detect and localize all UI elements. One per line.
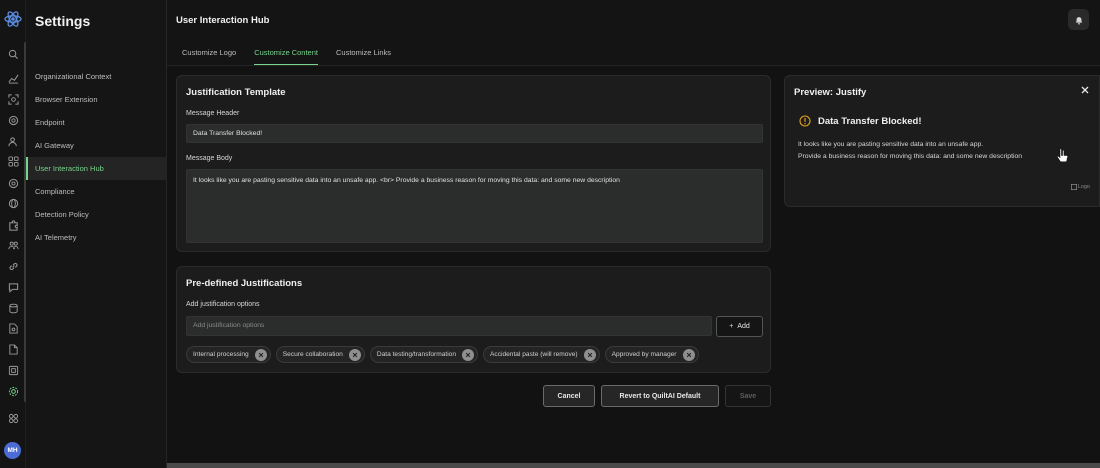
chip-label: Accidental paste (will remove) (490, 351, 578, 358)
chip-label: Approved by manager (611, 351, 677, 358)
preview-line-1: It looks like you are pasting sensitive … (798, 141, 984, 148)
puzzle-icon[interactable] (6, 218, 20, 232)
users-icon[interactable] (6, 134, 20, 148)
icon-rail: MH (0, 0, 26, 468)
sidebar-item-user-interaction-hub[interactable]: User Interaction Hub (26, 157, 167, 180)
gear-icon[interactable] (6, 384, 20, 398)
remove-chip-icon[interactable] (462, 348, 475, 361)
message-body-label: Message Body (186, 155, 233, 162)
sidebar-item-detection-policy[interactable]: Detection Policy (26, 203, 167, 226)
add-button-label: Add (737, 323, 750, 330)
bell-icon (1075, 16, 1082, 25)
sidebar-item-endpoint[interactable]: Endpoint (26, 111, 167, 134)
chart-icon[interactable] (6, 71, 20, 85)
save-button[interactable]: Save (725, 385, 771, 407)
revert-default-button[interactable]: Revert to QuiltAI Default (601, 385, 719, 407)
add-justification-button[interactable]: + Add (716, 316, 763, 337)
sidebar-title: Settings (35, 13, 91, 29)
justification-chips: Internal processing Secure collaboration… (186, 346, 699, 363)
justification-template-title: Justification Template (186, 87, 286, 98)
preview-body: It looks like you are pasting sensitive … (798, 139, 1098, 163)
sidebar-item-ai-gateway[interactable]: AI Gateway (26, 134, 167, 157)
target-icon[interactable] (6, 113, 20, 127)
chip-data-testing-transformation: Data testing/transformation (369, 346, 479, 363)
frame-icon[interactable] (6, 363, 20, 377)
preview-logo: Logo (1070, 184, 1090, 190)
remove-chip-icon[interactable] (583, 348, 596, 361)
warning-icon (799, 115, 811, 127)
message-header-label: Message Header (186, 110, 240, 117)
add-justification-label: Add justification options (186, 301, 260, 308)
chip-label: Data testing/transformation (376, 351, 457, 358)
file-search-icon[interactable] (6, 321, 20, 335)
sidebar-item-ai-telemetry[interactable]: AI Telemetry (26, 226, 167, 249)
at-icon[interactable] (6, 176, 20, 190)
message-body-textarea[interactable]: It looks like you are pasting sensitive … (186, 169, 763, 243)
database-icon[interactable] (6, 301, 20, 315)
chat-icon[interactable] (6, 280, 20, 294)
chip-secure-collaboration: Secure collaboration (275, 346, 365, 363)
remove-chip-icon[interactable] (254, 348, 267, 361)
globe-icon[interactable] (6, 196, 20, 210)
chip-approved-by-manager: Approved by manager (604, 346, 699, 363)
close-icon[interactable] (1080, 85, 1090, 95)
preview-panel: Preview: Justify Data Transfer Blocked! … (784, 75, 1100, 207)
predefined-justifications-card: Pre-defined Justifications Add justifica… (176, 266, 771, 373)
chip-label: Secure collaboration (282, 351, 343, 358)
sidebar-item-browser-extension[interactable]: Browser Extension (26, 88, 167, 111)
apps-icon[interactable] (6, 411, 20, 425)
scan-icon[interactable] (6, 92, 20, 106)
horizontal-scrollbar[interactable] (167, 463, 1100, 468)
avatar[interactable]: MH (4, 442, 21, 459)
tab-customize-links[interactable]: Customize Links (336, 42, 391, 65)
cancel-button[interactable]: Cancel (543, 385, 595, 407)
tab-bar: Customize Logo Customize Content Customi… (173, 42, 400, 65)
chip-label: Internal processing (193, 351, 249, 358)
broken-image-icon (1070, 184, 1077, 190)
sidebar-item-organizational-context[interactable]: Organizational Context (26, 65, 167, 88)
justification-template-card: Justification Template Message Header Me… (176, 75, 771, 252)
tab-customize-content[interactable]: Customize Content (254, 42, 318, 65)
link-icon[interactable] (6, 259, 20, 273)
hand-cursor-icon (1057, 148, 1069, 163)
settings-sidebar: Settings Organizational Context Browser … (26, 0, 167, 468)
logo-alt-text: Logo (1077, 184, 1090, 190)
predefined-justifications-title: Pre-defined Justifications (186, 278, 303, 289)
page-header: User Interaction Hub Customize Logo Cust… (167, 0, 1100, 66)
remove-chip-icon[interactable] (682, 348, 695, 361)
app-logo-icon[interactable] (3, 9, 23, 29)
tab-customize-logo[interactable]: Customize Logo (182, 42, 236, 65)
preview-line-2: Provide a business reason for moving thi… (798, 153, 1023, 160)
notifications-button[interactable] (1068, 9, 1089, 30)
chip-accidental-paste: Accidental paste (will remove) (483, 346, 600, 363)
chip-internal-processing: Internal processing (186, 346, 271, 363)
sidebar-item-compliance[interactable]: Compliance (26, 180, 167, 203)
grid-icon[interactable] (6, 154, 20, 168)
add-justification-input[interactable]: Add justification options (186, 316, 712, 336)
preview-title: Preview: Justify (794, 87, 867, 98)
plus-icon: + (729, 323, 734, 330)
settings-nav: Organizational Context Browser Extension… (26, 65, 167, 249)
people-icon[interactable] (6, 238, 20, 252)
page-title: User Interaction Hub (176, 15, 270, 26)
message-header-input[interactable] (186, 124, 763, 143)
preview-heading: Data Transfer Blocked! (818, 116, 922, 127)
search-icon[interactable] (6, 47, 20, 61)
remove-chip-icon[interactable] (348, 348, 361, 361)
file-icon[interactable] (6, 342, 20, 356)
